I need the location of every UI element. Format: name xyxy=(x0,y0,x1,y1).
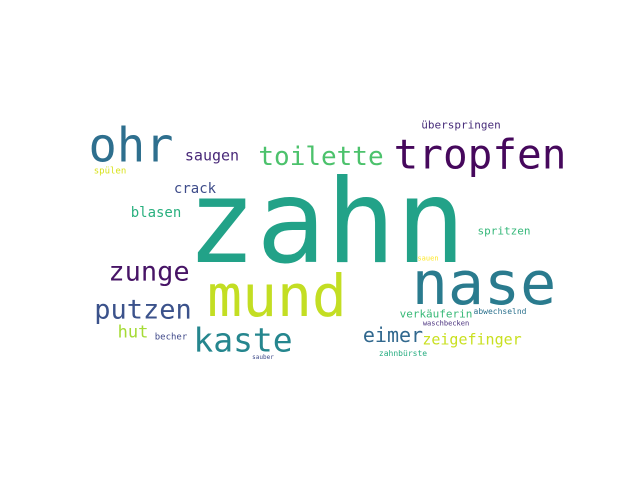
word-putzen: putzen xyxy=(94,294,192,326)
word-kaste: kaste xyxy=(193,320,293,360)
word-zunge: zunge xyxy=(108,256,190,288)
word-cloud: zahn nase mund tropfen ohr toilette kast… xyxy=(0,0,640,480)
word-mund: mund xyxy=(207,262,347,330)
word-verkaeuferin: verkäuferin xyxy=(399,307,473,321)
word-eimer: eimer xyxy=(362,323,424,347)
word-becher: becher xyxy=(154,332,188,343)
word-sauen: sauen xyxy=(417,254,439,263)
word-spritzen: spritzen xyxy=(477,224,531,238)
word-blasen: blasen xyxy=(130,205,182,221)
word-ohr: ohr xyxy=(88,118,174,174)
word-zeigefinger: zeigefinger xyxy=(422,330,522,349)
word-tropfen: tropfen xyxy=(393,130,567,179)
word-ueberspringen: überspringen xyxy=(421,118,501,132)
word-nase: nase xyxy=(411,249,557,319)
word-crack: crack xyxy=(173,181,217,197)
word-spuelen: spülen xyxy=(93,166,127,177)
word-zahnbuerste: zahnbürste xyxy=(378,349,428,358)
word-saugen: saugen xyxy=(184,146,240,165)
word-abwechselnd: abwechselnd xyxy=(473,307,527,316)
word-toilette: toilette xyxy=(258,142,384,172)
word-waschbecken: waschbecken xyxy=(422,319,470,328)
word-hut: hut xyxy=(117,322,149,343)
word-sauber: sauber xyxy=(252,354,274,361)
